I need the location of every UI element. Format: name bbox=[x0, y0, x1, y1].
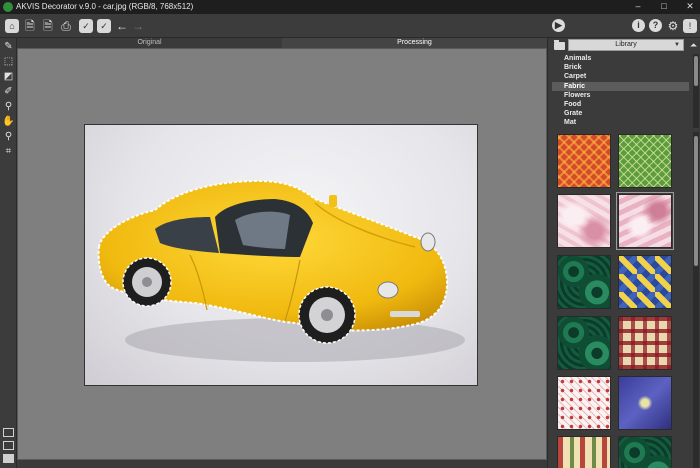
view-mode-single-icon[interactable] bbox=[3, 428, 14, 437]
category-item-food[interactable]: Food bbox=[552, 100, 689, 109]
texture-thumb-pink-silk[interactable] bbox=[616, 192, 674, 250]
texture-thumb-green[interactable] bbox=[618, 134, 672, 188]
app-logo-icon bbox=[3, 2, 13, 12]
pin-icon[interactable]: ⚲ bbox=[2, 100, 15, 113]
category-item-fabric[interactable]: Fabric bbox=[552, 81, 689, 91]
redo-icon[interactable]: → bbox=[130, 18, 146, 34]
save-icon[interactable]: 🗎 bbox=[40, 18, 56, 34]
preferences-icon[interactable]: ⚙ bbox=[665, 18, 681, 34]
car-photo[interactable] bbox=[84, 124, 478, 386]
texture-thumb-red-gold[interactable] bbox=[557, 134, 611, 188]
app-window: AKVIS Decorator v.9.0 - car.jpg (RGB/8, … bbox=[0, 0, 700, 468]
texture-scroll-thumb[interactable] bbox=[694, 136, 698, 266]
category-item-brick[interactable]: Brick bbox=[552, 63, 689, 72]
texture-grid bbox=[552, 132, 689, 468]
library-panel: Library ▼ ⏶ Animals Brick Carpet Fabric … bbox=[547, 38, 700, 468]
notifications-badge: ! bbox=[683, 19, 697, 33]
folder-icon[interactable] bbox=[554, 40, 565, 50]
main-toolbar: ⌂ 🗎 🗎 ⎙ ✓ ✓ ← → ▶ i ? ⚙ ! bbox=[0, 14, 700, 38]
about-icon[interactable]: i bbox=[632, 19, 645, 32]
help-icon[interactable]: ? bbox=[649, 19, 662, 32]
texture-scrollbar[interactable] bbox=[693, 132, 699, 468]
category-item-mat[interactable]: Mat bbox=[552, 118, 689, 127]
texture-thumb-malachite-3[interactable] bbox=[618, 436, 672, 468]
tools-panel: ✎ ⬚ ◩ ✐ ⚲ ✋ ⚲ ⌗ bbox=[0, 38, 17, 468]
minimize-button[interactable]: – bbox=[630, 0, 646, 14]
view-tabs: Original Processing bbox=[17, 38, 547, 48]
texture-thumb-malachite[interactable] bbox=[557, 255, 611, 309]
texture-thumb-plaid[interactable] bbox=[618, 316, 672, 370]
eraser-icon[interactable]: ◩ bbox=[2, 70, 15, 83]
texture-thumb-blue-ribbon[interactable] bbox=[618, 376, 672, 430]
background-color-icon[interactable] bbox=[3, 454, 14, 463]
select-fragment-icon[interactable]: ✎ bbox=[2, 40, 15, 53]
image-canvas[interactable] bbox=[17, 48, 547, 460]
category-item-grate[interactable]: Grate bbox=[552, 109, 689, 118]
view-mode-split-icon[interactable] bbox=[3, 441, 14, 450]
category-scroll-thumb[interactable] bbox=[694, 56, 698, 86]
category-item-carpet[interactable]: Carpet bbox=[552, 72, 689, 81]
notifications-icon[interactable]: ! bbox=[682, 18, 698, 34]
hand-icon[interactable]: ✋ bbox=[2, 115, 15, 128]
run-icon[interactable]: ▶ bbox=[552, 19, 565, 32]
close-button[interactable]: ✕ bbox=[682, 0, 698, 14]
title-bar: AKVIS Decorator v.9.0 - car.jpg (RGB/8, … bbox=[0, 0, 700, 14]
category-item-animals[interactable]: Animals bbox=[552, 54, 689, 63]
category-item-flowers[interactable]: Flowers bbox=[552, 91, 689, 100]
tab-original[interactable]: Original bbox=[17, 38, 282, 48]
open-icon[interactable]: 🗎 bbox=[22, 18, 38, 34]
category-list: Animals Brick Carpet Fabric Flowers Food… bbox=[552, 54, 689, 128]
home-icon[interactable]: ⌂ bbox=[4, 18, 20, 34]
window-title: AKVIS Decorator v.9.0 - car.jpg (RGB/8, … bbox=[16, 2, 194, 11]
tab-processing[interactable]: Processing bbox=[282, 38, 547, 48]
settings-preset-icon[interactable]: ✓ bbox=[96, 18, 112, 34]
car-image bbox=[97, 179, 465, 362]
category-scrollbar[interactable] bbox=[693, 54, 699, 128]
batch-icon[interactable]: ✓ bbox=[78, 18, 94, 34]
texture-thumb-malachite-2[interactable] bbox=[557, 316, 611, 370]
print-icon[interactable]: ⎙ bbox=[58, 18, 74, 34]
library-dropdown[interactable]: Library ▼ bbox=[568, 39, 684, 51]
texture-thumb-stripe-pattern[interactable] bbox=[557, 436, 611, 468]
maximize-button[interactable]: □ bbox=[656, 0, 672, 14]
zoom-icon[interactable]: ⚲ bbox=[2, 130, 15, 143]
texture-thumb-pink-marble[interactable] bbox=[557, 194, 611, 248]
undo-icon[interactable]: ← bbox=[114, 18, 130, 34]
chevron-down-icon: ▼ bbox=[674, 42, 680, 48]
status-strip bbox=[17, 460, 547, 468]
crop-icon[interactable]: ⌗ bbox=[2, 145, 15, 158]
rectangle-selection-icon[interactable]: ⬚ bbox=[2, 55, 15, 68]
library-dropdown-value: Library bbox=[615, 41, 637, 48]
texture-thumb-lace[interactable] bbox=[557, 376, 611, 430]
texture-thumb-harlequin[interactable] bbox=[618, 255, 672, 309]
collapse-panel-icon[interactable]: ⏶ bbox=[688, 39, 699, 51]
pencil-icon[interactable]: ✐ bbox=[2, 85, 15, 98]
